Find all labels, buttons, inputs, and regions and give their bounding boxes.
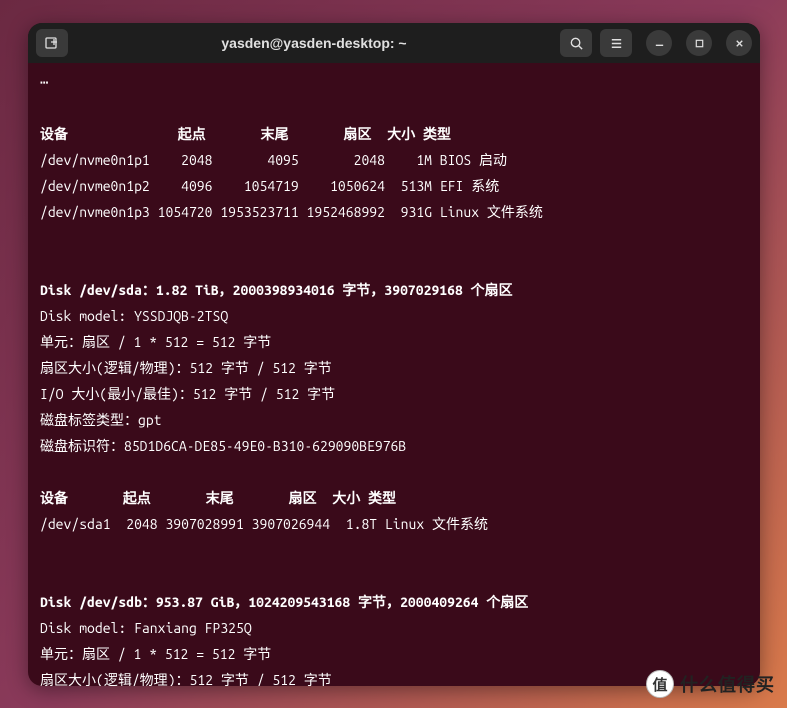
disk-model: Disk model: YSSDJQB-2TSQ (40, 308, 228, 324)
terminal-output[interactable]: ⋯ 设备 起点 末尾 扇区 大小 类型 /dev/nvme0n1p1 2048 … (28, 63, 760, 686)
watermark: 值 什么值得买 (646, 670, 775, 698)
partition-row: /dev/nvme0n1p2 4096 1054719 1050624 513M… (40, 178, 499, 194)
watermark-text: 什么值得买 (680, 671, 775, 697)
disk-unit: 单元：扇区 / 1 * 512 = 512 字节 (40, 646, 271, 662)
menu-button[interactable] (600, 29, 632, 57)
disk-sector-size: 扇区大小(逻辑/物理)：512 字节 / 512 字节 (40, 360, 332, 376)
partition-table-header: 设备 起点 末尾 扇区 大小 类型 (40, 126, 451, 142)
disk-io-size: I/O 大小(最小/最佳)：512 字节 / 512 字节 (40, 386, 335, 402)
disk-label-type: 磁盘标签类型：gpt (40, 412, 162, 428)
truncated-line: ⋯ (40, 74, 48, 90)
close-button[interactable] (726, 30, 752, 56)
disk-unit: 单元：扇区 / 1 * 512 = 512 字节 (40, 334, 271, 350)
disk-header: Disk /dev/sdb：953.87 GiB，1024209543168 字… (40, 594, 528, 610)
disk-model: Disk model: Fanxiang FP325Q (40, 620, 252, 636)
partition-row: /dev/sda1 2048 3907028991 3907026944 1.8… (40, 516, 488, 532)
new-tab-button[interactable] (36, 29, 68, 57)
disk-identifier: 磁盘标识符：85D1D6CA-DE85-49E0-B310-629090BE97… (40, 438, 406, 454)
disk-header: Disk /dev/sda：1.82 TiB，2000398934016 字节，… (40, 282, 513, 298)
minimize-button[interactable] (646, 30, 672, 56)
partition-row: /dev/nvme0n1p1 2048 4095 2048 1M BIOS 启动 (40, 152, 507, 168)
terminal-window: yasden@yasden-desktop: ~ ⋯ 设备 起点 末尾 扇区 大… (28, 23, 760, 686)
partition-table-header: 设备 起点 末尾 扇区 大小 类型 (40, 490, 396, 506)
partition-row: /dev/nvme0n1p3 1054720 1953523711 195246… (40, 204, 543, 220)
maximize-button[interactable] (686, 30, 712, 56)
titlebar: yasden@yasden-desktop: ~ (28, 23, 760, 63)
disk-sector-size: 扇区大小(逻辑/物理)：512 字节 / 512 字节 (40, 672, 332, 686)
search-button[interactable] (560, 29, 592, 57)
watermark-icon: 值 (646, 670, 674, 698)
window-title: yasden@yasden-desktop: ~ (76, 35, 552, 51)
